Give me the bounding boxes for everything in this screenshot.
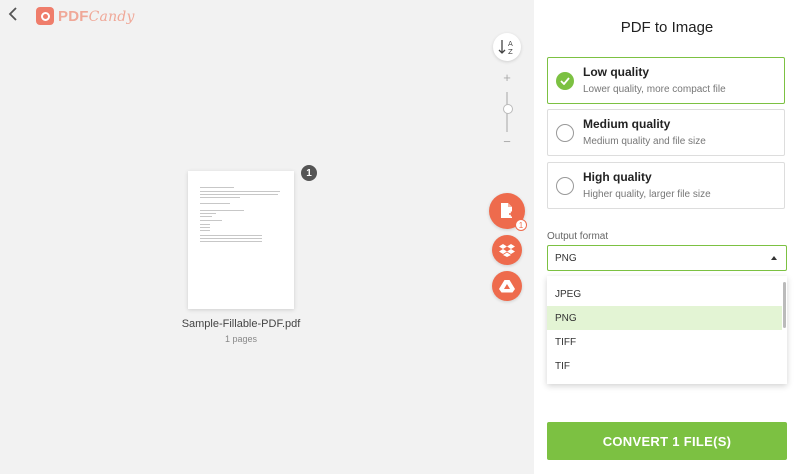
page-count-badge: 1 <box>301 165 317 181</box>
option-title: Low quality <box>583 65 649 79</box>
chevron-left-icon <box>8 7 17 21</box>
format-option-tiff[interactable]: TIFF <box>547 330 782 354</box>
panel-title: PDF to Image <box>620 19 714 36</box>
convert-button[interactable]: CONVERT 1 FILE(S) <box>547 422 787 460</box>
format-option-label: TIFF <box>555 337 577 348</box>
logo[interactable]: PDFCandy <box>36 6 135 26</box>
doc-preview-line <box>200 241 262 242</box>
file-page-count: 1 pages <box>224 334 258 344</box>
dropbox-icon <box>499 244 515 257</box>
zoom-out-button[interactable]: − <box>502 134 512 149</box>
sort-az-icon: A Z <box>498 40 513 55</box>
format-option-jpeg[interactable]: JPEG <box>547 282 782 306</box>
logo-text-part2: Candy <box>88 8 135 25</box>
dropbox-button[interactable] <box>492 235 522 265</box>
format-option-label: JPEG <box>555 289 582 300</box>
doc-preview-line <box>200 187 234 188</box>
output-format-value: PNG <box>555 253 577 264</box>
back-button[interactable] <box>8 6 24 24</box>
doc-preview-line <box>200 224 210 225</box>
caret-up-icon <box>771 256 777 260</box>
workspace: PDFCandy A Z + − 1 Sample-Fillable-PDF.p… <box>0 0 534 474</box>
zoom-slider-thumb[interactable] <box>503 104 513 114</box>
dropdown-scrollbar[interactable] <box>783 282 786 328</box>
add-file-count-badge: 1 <box>515 219 527 231</box>
doc-preview-line <box>200 210 244 211</box>
sort-button[interactable]: A Z <box>493 33 521 61</box>
doc-preview-line <box>200 197 240 198</box>
doc-preview-line <box>200 230 210 231</box>
option-title: High quality <box>583 170 652 184</box>
svg-text:A: A <box>508 40 513 48</box>
doc-preview-line <box>200 213 216 214</box>
format-option-png[interactable]: PNG <box>547 306 782 330</box>
pdfcandy-logo-icon <box>36 7 54 25</box>
option-title: Medium quality <box>583 117 671 131</box>
svg-text:Z: Z <box>508 48 513 55</box>
format-option-label: PNG <box>555 313 577 324</box>
zoom-in-button[interactable]: + <box>502 70 512 85</box>
doc-preview-line <box>200 227 210 228</box>
output-format-label: Output format <box>547 231 609 242</box>
option-description: Higher quality, larger file size <box>583 189 711 200</box>
format-option-label: TIF <box>555 361 570 372</box>
google-drive-icon <box>499 280 515 293</box>
output-format-select[interactable]: PNG <box>547 245 787 271</box>
logo-text-part1: PDF <box>58 7 89 25</box>
doc-preview-line <box>200 216 212 217</box>
option-low-quality[interactable]: Low quality Lower quality, more compact … <box>547 57 785 104</box>
output-format-dropdown: JPEG PNG TIFF TIF <box>547 276 787 384</box>
file-thumbnail[interactable] <box>188 171 294 309</box>
add-file-icon <box>501 203 514 218</box>
radio-icon <box>556 177 574 195</box>
option-high-quality[interactable]: High quality Higher quality, larger file… <box>547 162 785 209</box>
settings-panel: PDF to Image Low quality Lower quality, … <box>534 0 800 474</box>
doc-preview-line <box>200 191 280 192</box>
doc-preview-line <box>200 238 262 239</box>
doc-preview-line <box>200 220 222 221</box>
format-option-tif[interactable]: TIF <box>547 354 782 378</box>
doc-preview-line <box>200 194 278 195</box>
option-description: Lower quality, more compact file <box>583 84 726 95</box>
doc-preview-line <box>200 235 262 236</box>
doc-preview-line <box>200 203 230 204</box>
file-name: Sample-Fillable-PDF.pdf <box>181 318 301 330</box>
radio-icon <box>556 124 574 142</box>
check-circle-icon <box>556 72 574 90</box>
option-description: Medium quality and file size <box>583 136 706 147</box>
google-drive-button[interactable] <box>492 271 522 301</box>
option-medium-quality[interactable]: Medium quality Medium quality and file s… <box>547 109 785 156</box>
logo-text: PDFCandy <box>58 8 135 25</box>
